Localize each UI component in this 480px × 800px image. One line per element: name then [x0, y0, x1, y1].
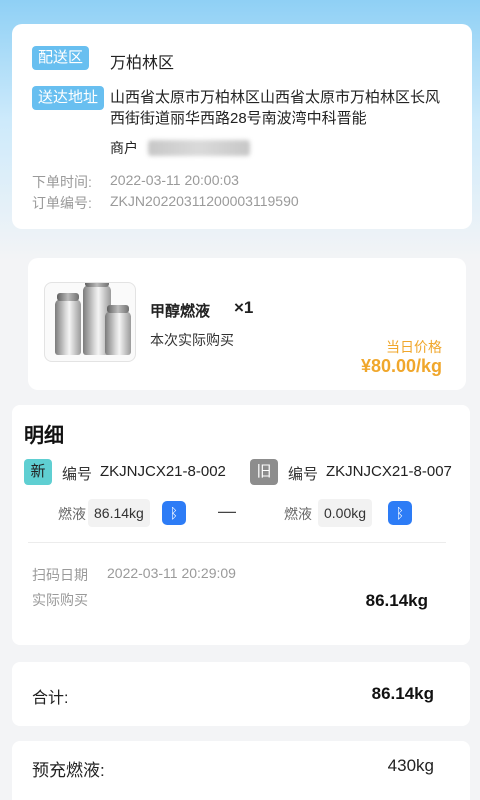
merchant-phone-blurred	[148, 140, 250, 156]
order-time-label: 下单时间:	[32, 174, 92, 190]
product-quantity: ×1	[234, 298, 254, 317]
separator-dash: —	[218, 501, 236, 521]
prefill-card: 预充燃液: 430kg	[12, 741, 470, 800]
old-fuel-label: 燃液	[284, 506, 312, 522]
detail-card: 明细 新 编号 ZKJNJCX21-8-002 旧 编号 ZKJNJCX21-8…	[12, 405, 470, 645]
product-price: ¥80.00/kg	[360, 356, 442, 376]
delivery-address-line1: 山西省太原市万柏林区山西省太原市万柏林区长风	[110, 89, 441, 106]
actual-purchase-label: 实际购买	[32, 592, 88, 608]
detail-divider	[28, 542, 446, 543]
old-id-label: 编号	[288, 466, 319, 483]
zone-value: 万柏林区	[110, 55, 175, 72]
prefill-label: 预充燃液:	[32, 761, 105, 780]
order-number-label: 订单编号:	[32, 195, 92, 211]
product-name: 甲醇燃液	[150, 303, 211, 320]
delivery-address-line2: 西街街道丽华西路28号南波湾中科晋能	[110, 110, 367, 127]
zone-tag: 配送区	[32, 46, 90, 70]
old-cylinder-badge: 旧	[250, 459, 278, 485]
address-card: 配送区 万柏林区 送达地址 山西省太原市万柏林区山西省太原市万柏林区长风 西街街…	[12, 24, 472, 229]
total-card: 合计: 86.14kg	[12, 662, 470, 726]
total-value: 86.14kg	[371, 684, 434, 703]
detail-title: 明细	[24, 425, 64, 447]
new-id-label: 编号	[62, 466, 93, 483]
product-subtitle: 本次实际购买	[150, 332, 234, 348]
new-fuel-amount: 86.14kg	[88, 499, 150, 527]
actual-purchase-value: 86.14kg	[365, 591, 428, 610]
order-time: 2022-03-11 20:00:03	[110, 172, 239, 188]
old-bluetooth-icon[interactable]: ᛒ	[388, 501, 412, 525]
total-label: 合计:	[32, 690, 69, 707]
price-label: 当日价格	[386, 339, 442, 355]
new-cylinder-badge: 新	[24, 459, 52, 485]
old-cylinder-id: ZKJNJCX21-8-007	[326, 463, 452, 480]
product-image	[44, 282, 136, 362]
scan-date: 2022-03-11 20:29:09	[107, 565, 236, 581]
new-cylinder-id: ZKJNJCX21-8-002	[100, 463, 226, 480]
order-number: ZKJN20220311200003119590	[110, 193, 299, 209]
merchant-label: 商户	[110, 140, 138, 156]
new-fuel-label: 燃液	[58, 506, 86, 522]
product-card[interactable]: 甲醇燃液 ×1 本次实际购买 当日价格 ¥80.00/kg	[28, 258, 466, 390]
old-fuel-amount: 0.00kg	[318, 499, 373, 527]
new-bluetooth-icon[interactable]: ᛒ	[162, 501, 186, 525]
scan-date-label: 扫码日期	[32, 567, 88, 583]
delivery-address-tag: 送达地址	[32, 86, 105, 110]
prefill-value: 430kg	[387, 756, 434, 775]
